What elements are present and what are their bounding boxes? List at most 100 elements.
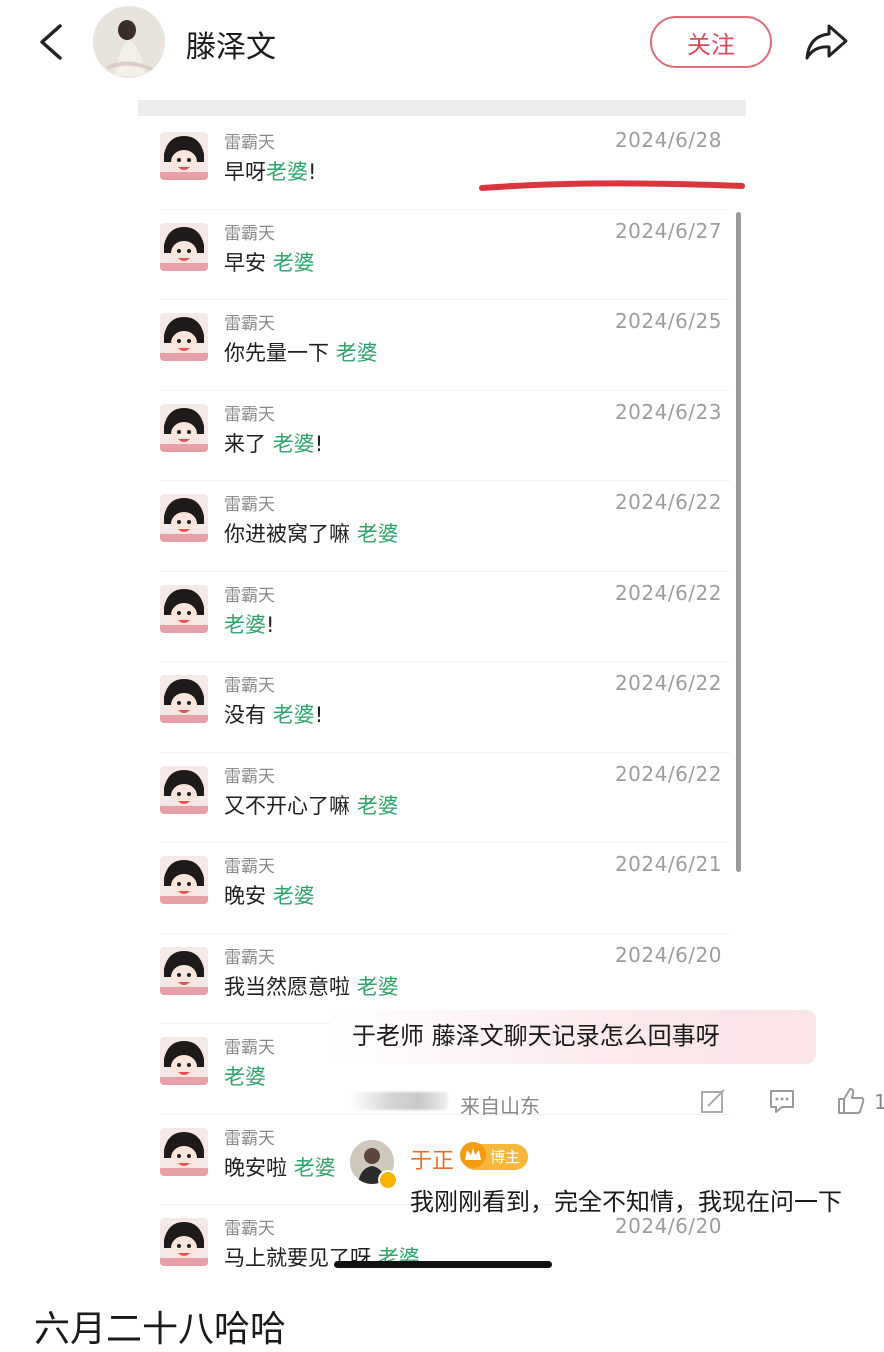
message-keyword: 老婆: [335, 341, 378, 365]
sender-avatar[interactable]: [160, 223, 208, 271]
message-text: 没有 老婆!: [224, 699, 323, 729]
chat-message[interactable]: 雷霸天 2024/6/21 晚安 老婆: [160, 848, 730, 926]
blurred-username: [350, 1092, 448, 1110]
sender-name: 雷霸天: [224, 224, 275, 244]
chat-panel-top-bar: [138, 100, 746, 116]
sender-avatar[interactable]: [160, 494, 208, 542]
message-divider: [160, 480, 730, 481]
sender-avatar[interactable]: [160, 856, 208, 904]
sender-avatar[interactable]: [160, 132, 208, 180]
sender-name: 雷霸天: [224, 857, 275, 877]
share-icon[interactable]: [802, 20, 850, 64]
sender-name: 雷霸天: [224, 1038, 275, 1058]
message-text: 老婆: [224, 1061, 266, 1091]
message-divider: [160, 209, 730, 210]
message-text-after: !: [314, 703, 324, 727]
home-indicator: [334, 1261, 552, 1268]
reply-author-name[interactable]: 于正: [410, 1143, 454, 1175]
chat-message[interactable]: 雷霸天 2024/6/22 你进被窝了嘛 老婆: [160, 486, 730, 564]
message-keyword: 老婆: [356, 794, 399, 818]
message-keyword: 老婆: [224, 1065, 266, 1089]
message-keyword: 老婆: [356, 522, 399, 546]
red-annotation-underline: [479, 180, 745, 191]
message-divider: [160, 1114, 730, 1115]
sender-avatar[interactable]: [160, 585, 208, 633]
back-arrow-icon[interactable]: [34, 22, 68, 62]
message-text: 我当然愿意啦 老婆: [224, 971, 399, 1001]
like-count: 1: [874, 1090, 884, 1114]
profile-avatar[interactable]: [93, 6, 165, 78]
message-text: 早安 老婆: [224, 247, 315, 277]
chat-message[interactable]: 雷霸天 2024/6/27 早安 老婆: [160, 215, 730, 293]
sender-name: 雷霸天: [224, 948, 275, 968]
sender-avatar[interactable]: [160, 766, 208, 814]
chat-message[interactable]: 雷霸天 2024/6/22 又不开心了嘛 老婆: [160, 758, 730, 836]
message-divider: [160, 299, 730, 300]
follow-button[interactable]: 关注: [650, 16, 772, 68]
message-text-before: 早安: [224, 251, 273, 275]
message-divider: [160, 571, 730, 572]
comment-icon[interactable]: [768, 1088, 796, 1114]
comment-location: 来自山东: [460, 1094, 540, 1118]
message-text-after: !: [314, 432, 324, 456]
message-date: 2024/6/21: [614, 852, 722, 876]
message-divider: [160, 752, 730, 753]
sender-name: 雷霸天: [224, 495, 275, 515]
message-text: 早呀老婆!: [224, 156, 316, 186]
sender-name: 雷霸天: [224, 314, 275, 334]
chat-message[interactable]: 雷霸天 2024/6/20 马上就要见了呀 老婆: [160, 1210, 730, 1288]
message-text-before: 我当然愿意啦: [224, 975, 357, 999]
message-date: 2024/6/22: [614, 581, 722, 605]
message-text: 晚安 老婆: [224, 880, 315, 910]
message-keyword: 老婆: [272, 432, 315, 456]
message-text: 你进被窝了嘛 老婆: [224, 518, 399, 548]
message-divider: [160, 842, 730, 843]
profile-name[interactable]: 滕泽文: [186, 22, 276, 66]
message-text-before: 来了: [224, 432, 273, 456]
message-keyword: 老婆: [293, 1156, 336, 1180]
message-text-before: 晚安: [224, 884, 273, 908]
sender-avatar[interactable]: [160, 1218, 208, 1266]
message-text-before: 没有: [224, 703, 273, 727]
message-date: 2024/6/22: [614, 762, 722, 786]
message-text-after: !: [308, 160, 317, 184]
sender-name: 雷霸天: [224, 1129, 275, 1149]
caption-text: 六月二十八哈哈: [34, 1309, 287, 1350]
sender-avatar[interactable]: [160, 313, 208, 361]
message-text: 你先量一下 老婆: [224, 337, 378, 367]
edit-icon[interactable]: [700, 1088, 726, 1114]
sender-name: 雷霸天: [224, 586, 275, 606]
message-keyword: 老婆: [266, 160, 308, 184]
message-text-before: 晚安啦: [224, 1156, 294, 1180]
message-divider: [160, 933, 730, 934]
sender-name: 雷霸天: [224, 676, 275, 696]
message-text-before: 你进被窝了嘛: [224, 522, 357, 546]
message-text: 又不开心了嘛 老婆: [224, 790, 399, 820]
message-date: 2024/6/22: [614, 671, 722, 695]
message-text-after: !: [266, 613, 275, 637]
sender-avatar[interactable]: [160, 404, 208, 452]
message-text: 老婆!: [224, 609, 274, 639]
chat-message[interactable]: 雷霸天 2024/6/20 我当然愿意啦 老婆: [160, 939, 730, 1017]
like-icon[interactable]: [836, 1086, 866, 1116]
message-keyword: 老婆: [272, 703, 315, 727]
chat-message[interactable]: 雷霸天 2024/6/22 没有 老婆!: [160, 667, 730, 745]
message-text: 来了 老婆!: [224, 428, 323, 458]
reply-text: 我刚刚看到，完全不知情，我现在问一下: [410, 1188, 842, 1216]
message-date: 2024/6/22: [614, 490, 722, 514]
message-text-before: 你先量一下: [224, 341, 336, 365]
chat-message[interactable]: 雷霸天 2024/6/22 老婆!: [160, 577, 730, 655]
message-date: 2024/6/28: [614, 128, 722, 152]
message-text: 晚安啦 老婆: [224, 1152, 336, 1182]
chat-message[interactable]: 雷霸天 2024/6/25 你先量一下 老婆: [160, 305, 730, 383]
sender-avatar[interactable]: [160, 947, 208, 995]
message-keyword: 老婆: [272, 884, 315, 908]
sender-avatar[interactable]: [160, 1128, 208, 1176]
sender-name: 雷霸天: [224, 1219, 275, 1239]
sender-avatar[interactable]: [160, 675, 208, 723]
message-divider: [160, 390, 730, 391]
chat-message[interactable]: 雷霸天 2024/6/23 来了 老婆!: [160, 396, 730, 474]
sender-avatar[interactable]: [160, 1037, 208, 1085]
scrollbar[interactable]: [736, 212, 741, 872]
message-keyword: 老婆: [224, 613, 266, 637]
